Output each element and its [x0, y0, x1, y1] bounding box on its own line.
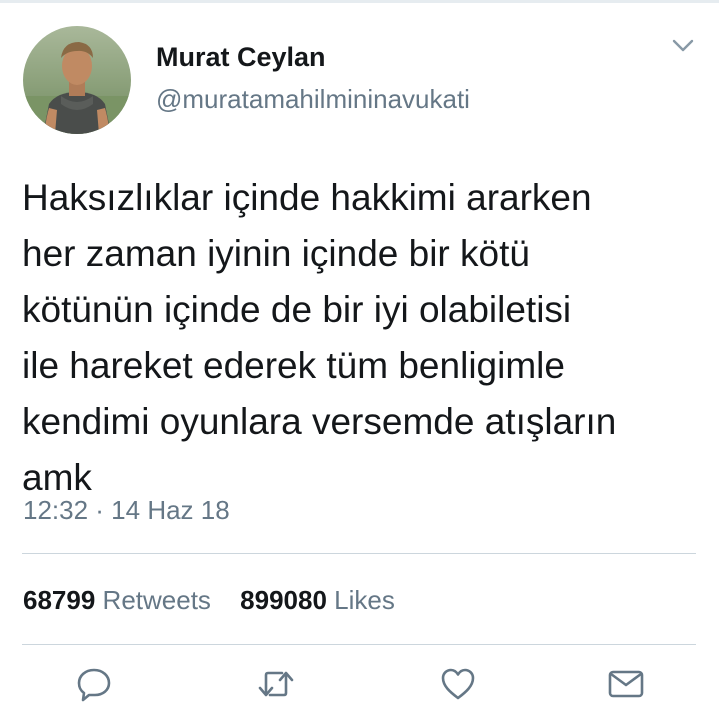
avatar[interactable] — [23, 26, 131, 134]
tweet-timestamp[interactable]: 12:32 · 14 Haz 18 — [23, 495, 230, 526]
tweet-text-line: kötünün içinde de bir iyi olabiletisi — [22, 289, 572, 330]
tweet-stats: 68799 Retweets 899080 Likes — [23, 585, 395, 616]
likes-label: Likes — [334, 585, 395, 615]
direct-message-button[interactable] — [606, 664, 646, 704]
top-divider — [0, 0, 719, 3]
reply-button[interactable] — [74, 664, 114, 704]
divider — [22, 644, 696, 645]
retweets-label: Retweets — [102, 585, 211, 615]
author-handle[interactable]: @muratamahilmininavukati — [156, 84, 470, 115]
like-button[interactable] — [438, 664, 478, 704]
avatar-photo — [23, 26, 131, 134]
author-name[interactable]: Murat Ceylan — [156, 42, 326, 73]
heart-icon — [441, 668, 475, 700]
tweet-text-line: Haksızlıklar içinde hakkimi ararken — [22, 177, 592, 218]
tweet-text: Haksızlıklar içinde hakkimi ararken her … — [22, 170, 719, 506]
retweet-button[interactable] — [256, 664, 296, 704]
retweet-icon — [258, 671, 294, 697]
chevron-down-icon[interactable] — [668, 30, 698, 60]
likes-count: 899080 — [240, 585, 327, 615]
tweet-text-line: ile hareket ederek tüm benligimle — [22, 345, 565, 386]
tweet-text-line: her zaman iyinin içinde bir kötü — [22, 233, 530, 274]
reply-icon — [77, 668, 111, 702]
likes-stat[interactable]: 899080 Likes — [240, 585, 395, 616]
tweet-text-line: kendimi oyunlara versemde atışların — [22, 401, 617, 442]
retweets-stat[interactable]: 68799 Retweets — [23, 585, 211, 616]
retweets-count: 68799 — [23, 585, 96, 615]
envelope-icon — [608, 670, 644, 698]
divider — [22, 553, 696, 554]
